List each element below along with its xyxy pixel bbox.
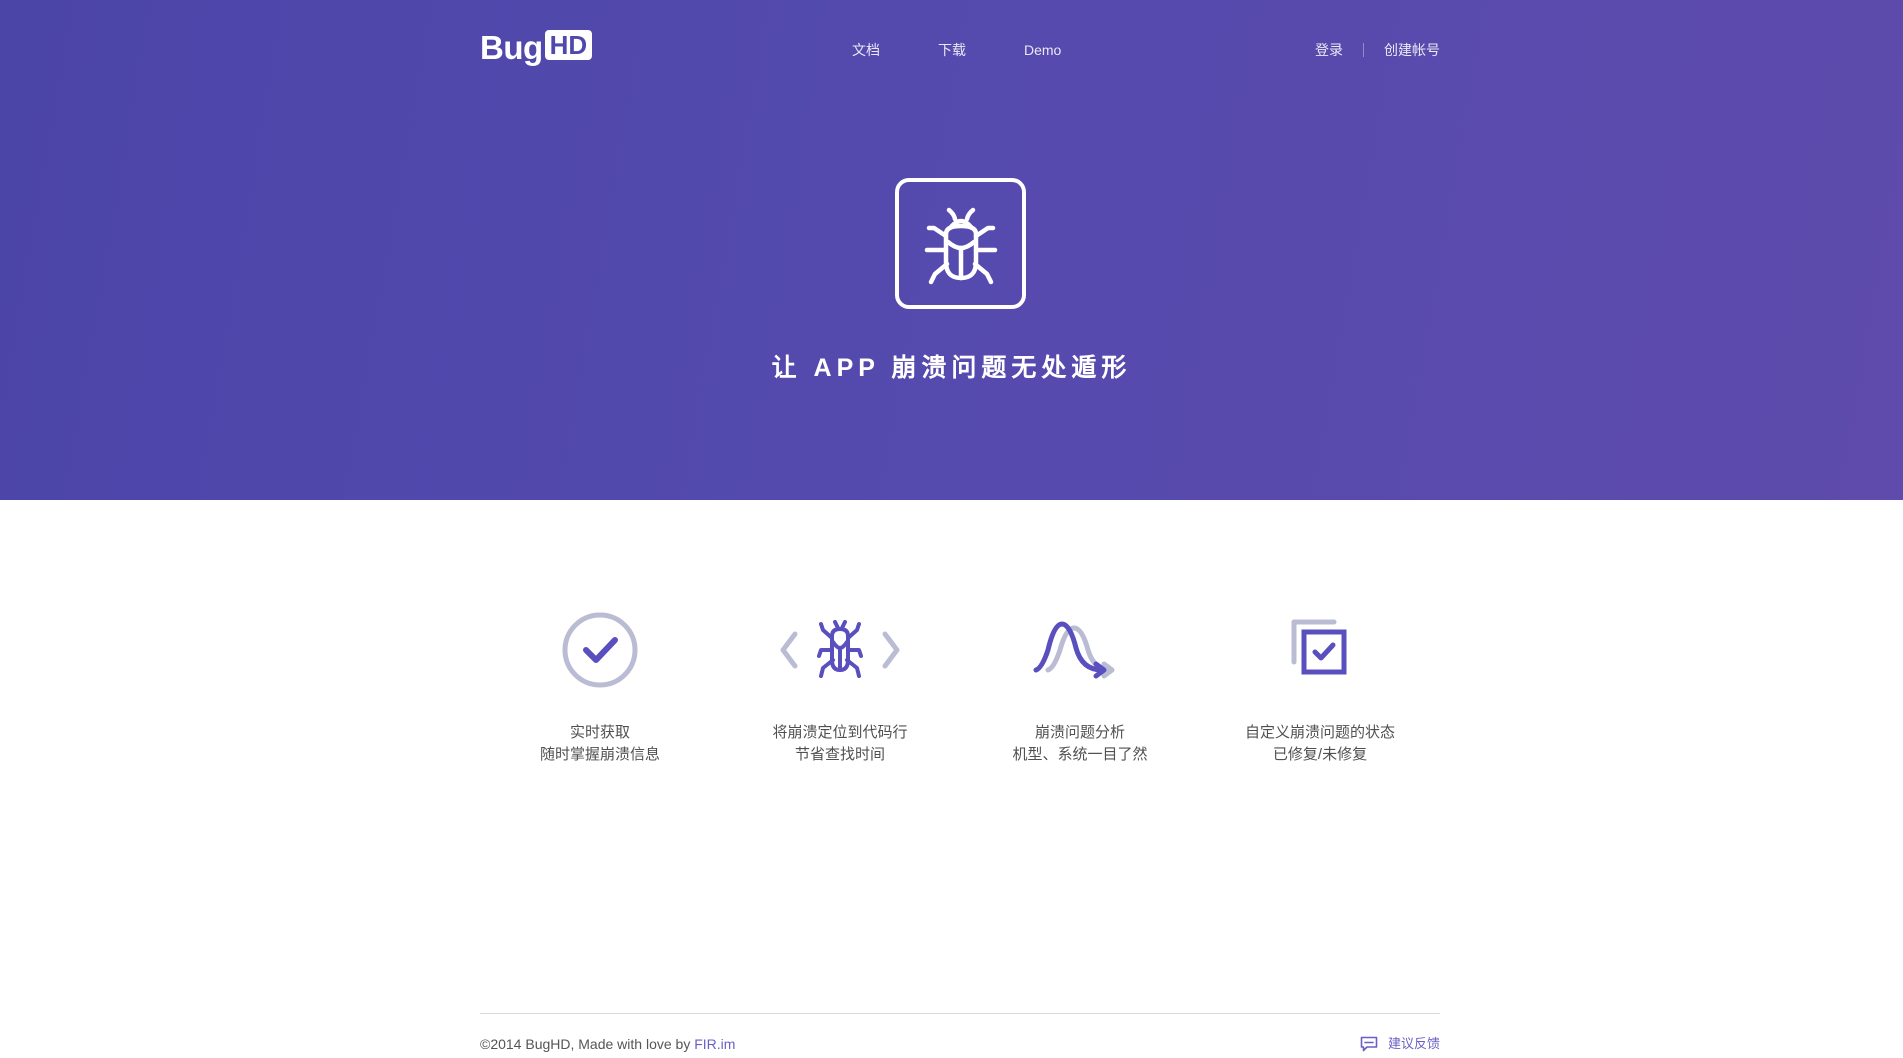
hero-logo-box	[895, 178, 1026, 309]
feature-status: 自定义崩溃问题的状态 已修复/未修复	[1200, 600, 1440, 766]
feature-subtitle: 已修复/未修复	[1272, 746, 1368, 763]
signup-link[interactable]: 创建帐号	[1384, 40, 1440, 60]
features-section: 实时获取 随时掌握崩溃信息 将崩溃定位到代码行 节省查找时间 崩溃问题分析 机型…	[480, 600, 1440, 780]
firim-link[interactable]: FIR.im	[694, 1036, 735, 1052]
check-circle-icon	[562, 612, 638, 688]
feature-title: 将崩溃定位到代码行	[772, 724, 908, 741]
feedback-label: 建议反馈	[1387, 1036, 1440, 1051]
page: Bug HD 文档 下载 Demo 登录 创建帐号 让 APP 崩溃问题无处遁形…	[0, 0, 1903, 1058]
footer: ©2014 BugHD, Made with love by FIR.im 建议…	[480, 1013, 1440, 1058]
hero-slogan: 让 APP 崩溃问题无处遁形	[771, 354, 1132, 382]
checkbox-stack-icon	[1291, 619, 1347, 675]
feedback-link[interactable]: 建议反馈	[1360, 1034, 1440, 1054]
wave-chart-icon	[1033, 621, 1115, 679]
login-link[interactable]: 登录	[1315, 40, 1343, 60]
copyright-text: ©2014 BugHD, Made with love by	[480, 1036, 695, 1052]
nav-divider	[1363, 43, 1364, 57]
main-nav: 文档 下载 Demo	[852, 40, 1061, 60]
logo-badge: HD	[544, 30, 593, 60]
feature-analysis: 崩溃问题分析 机型、系统一目了然	[960, 600, 1200, 766]
feature-title: 崩溃问题分析	[1034, 724, 1125, 741]
feature-subtitle: 节省查找时间	[794, 746, 885, 763]
bug-icon	[924, 207, 997, 284]
feature-realtime: 实时获取 随时掌握崩溃信息	[480, 600, 720, 766]
copyright: ©2014 BugHD, Made with love by FIR.im	[480, 1034, 735, 1054]
account-nav: 登录 创建帐号	[1315, 40, 1440, 60]
code-bug-icon	[780, 620, 900, 678]
feature-title: 实时获取	[569, 724, 630, 741]
feature-subtitle: 随时掌握崩溃信息	[539, 746, 660, 763]
nav-demo-link[interactable]: Demo	[1024, 40, 1061, 60]
logo-text: Bug	[480, 29, 543, 66]
feature-code-locate: 将崩溃定位到代码行 节省查找时间	[720, 600, 960, 766]
hero-section: Bug HD 文档 下载 Demo 登录 创建帐号 让 APP 崩溃问题无处遁形	[0, 0, 1903, 500]
feature-subtitle: 机型、系统一目了然	[1012, 746, 1148, 763]
feature-title: 自定义崩溃问题的状态	[1244, 724, 1395, 741]
nav-download-link[interactable]: 下载	[938, 40, 966, 60]
bughd-logo[interactable]: Bug HD	[480, 28, 593, 68]
chat-bubble-icon	[1360, 1036, 1378, 1052]
top-navbar: Bug HD 文档 下载 Demo 登录 创建帐号	[480, 0, 1440, 100]
nav-docs-link[interactable]: 文档	[852, 40, 880, 60]
